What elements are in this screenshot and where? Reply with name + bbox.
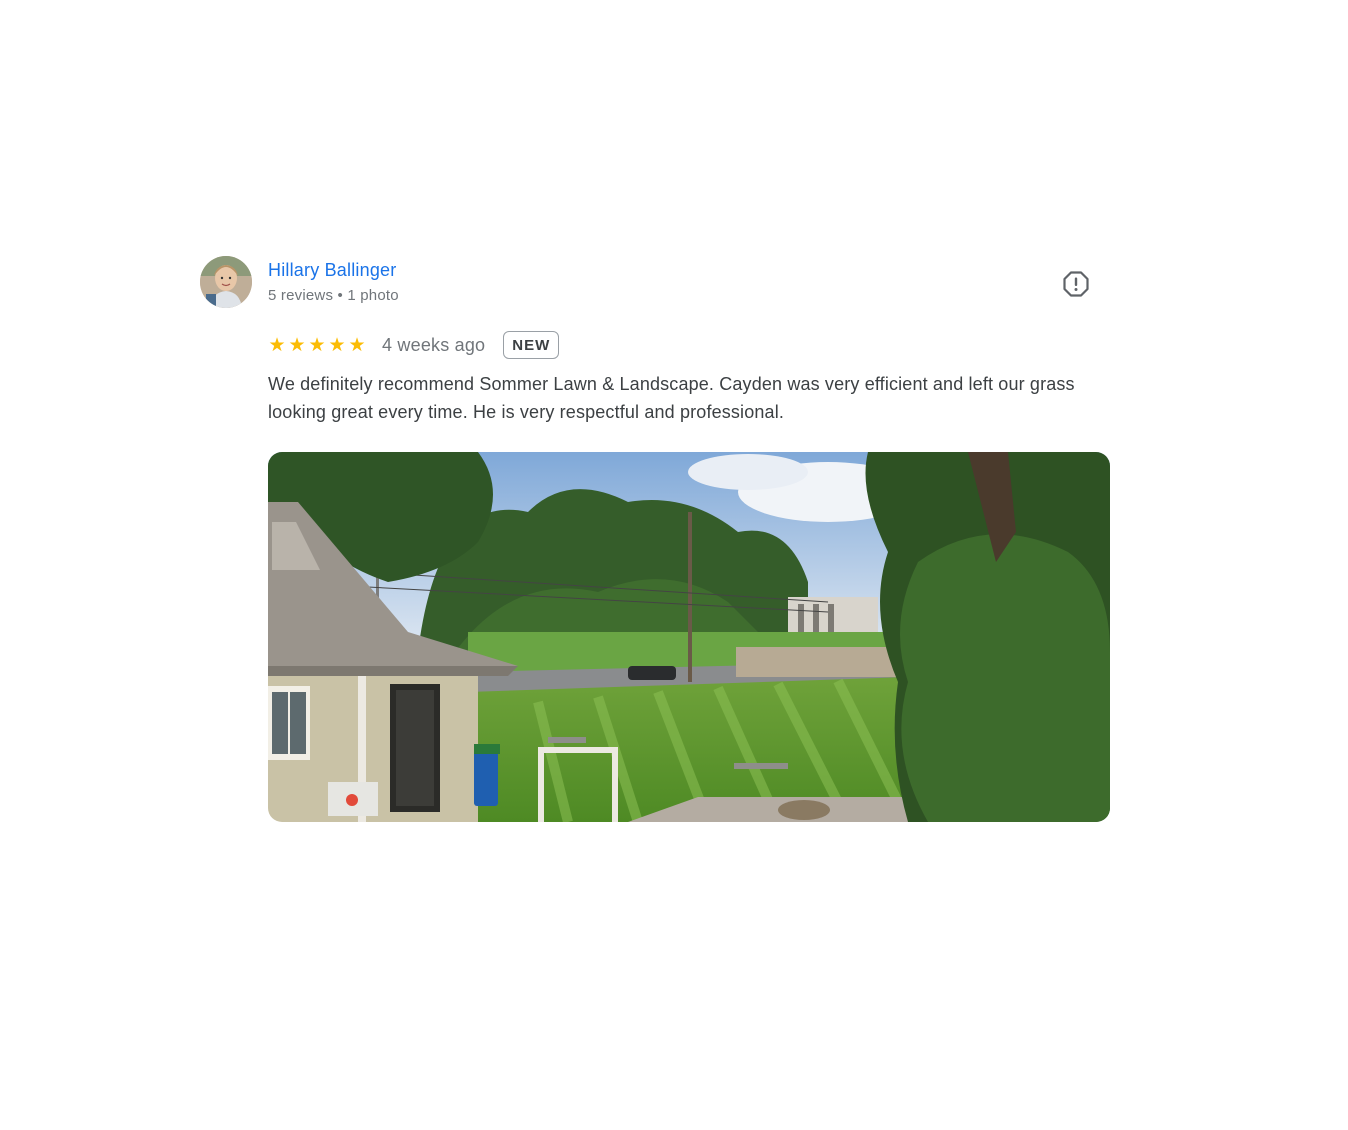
star-icon: ★ [348, 334, 366, 356]
star-rating: ★ ★ ★ ★ ★ [268, 336, 366, 355]
rating-row: ★ ★ ★ ★ ★ 4 weeks ago NEW [268, 328, 560, 362]
review-text: We definitely recommend Sommer Lawn & La… [268, 374, 1075, 422]
star-icon: ★ [328, 334, 346, 356]
star-icon: ★ [308, 334, 326, 356]
star-icon: ★ [268, 334, 286, 356]
star-icon: ★ [288, 334, 306, 356]
review-photo[interactable] [268, 452, 1110, 822]
review-card: Hillary Ballinger 5 reviews • 1 photo ★ … [200, 256, 1110, 826]
reviewer-name-link[interactable]: Hillary Ballinger [268, 260, 396, 281]
reviewer-meta: 5 reviews • 1 photo [268, 287, 399, 304]
report-review-button[interactable] [1060, 268, 1092, 300]
reviewer-avatar[interactable] [200, 256, 252, 308]
new-badge: NEW [503, 331, 560, 359]
review-date: 4 weeks ago [382, 334, 486, 355]
report-flag-icon [1063, 271, 1089, 297]
